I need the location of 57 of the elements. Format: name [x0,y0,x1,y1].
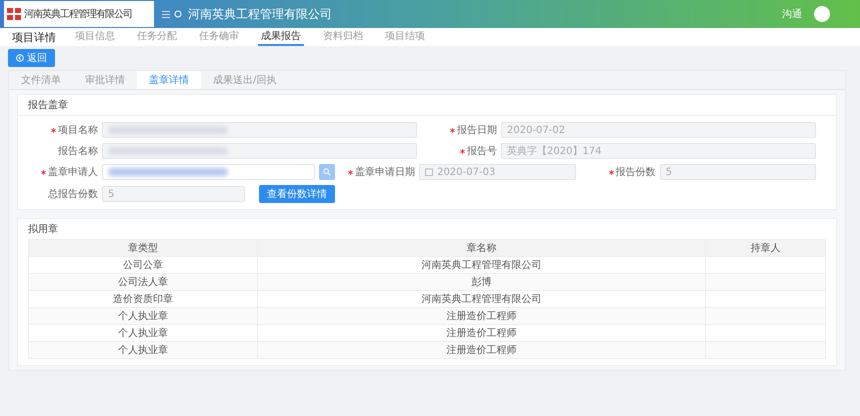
table-cell: 河南英典工程管理有限公司 [258,256,706,274]
card-title: 拟用章 [27,222,59,237]
table-cell: 造价资质印章 [28,290,258,308]
table-cell: 河南英典工程管理有限公司 [258,290,706,308]
back-icon [16,54,24,62]
field-label: 总报告份数 [48,188,98,201]
column-header: 持章人 [705,240,826,256]
search-icon [323,168,332,176]
calendar-icon [425,168,434,176]
table-cell: 注册造价工程师 [258,308,706,324]
table-cell: 个人执业章 [28,308,258,324]
back-button[interactable]: 返回 [8,49,55,67]
table-cell: 个人执业章 [28,342,258,358]
field-label: 报告名称 [58,144,98,158]
table-cell: 注册造价工程师 [258,324,706,342]
app-title: 河南英典工程管理有限公司 [188,6,332,22]
refresh-icon[interactable] [174,10,182,18]
table-cell: 公司公章 [28,256,258,274]
field-label: 报告份数 [616,166,656,179]
text-field[interactable]: 英典字【2020】174 [501,143,816,159]
field-label: 报告日期 [457,124,497,137]
tab[interactable]: 审批详情 [73,71,137,89]
column-header: 章类型 [28,240,258,256]
nav-tab[interactable]: 资料归档 [320,28,366,46]
user-name[interactable]: 沟通 [782,7,802,21]
field-label: 项目名称 [58,124,98,137]
avatar[interactable] [814,6,830,22]
text-field[interactable]: 5 [660,164,816,180]
redacted-field[interactable] [102,143,417,159]
applicant-field[interactable] [102,164,316,180]
field-label: 盖章申请日期 [355,166,416,179]
nav-tab[interactable]: 项目结项 [382,28,428,46]
column-header: 章名称 [258,240,706,256]
tab[interactable]: 盖章详情 [137,71,201,89]
nav-tab[interactable]: 项目信息 [72,28,118,46]
tab[interactable]: 文件清单 [9,71,73,89]
nav-tab[interactable]: 成果报告 [258,28,304,46]
logo-icon [7,8,21,20]
table-cell: 个人执业章 [28,324,258,342]
detail-button[interactable]: 查看份数详情 [259,185,336,203]
page-heading: 项目详情 [12,30,56,44]
table-cell: 注册造价工程师 [258,342,706,358]
text-field[interactable]: 5 [102,186,246,202]
field-label: 盖章申请人 [48,166,98,179]
tab[interactable]: 成果送出/回执 [201,71,288,89]
nav-tab[interactable]: 任务确审 [196,28,242,46]
card-title: 报告盖章 [18,95,836,116]
text-field[interactable]: 2020-07-02 [501,122,816,138]
date-field[interactable]: 2020-07-03 [419,164,576,180]
search-button[interactable] [319,164,336,180]
field-label: 报告号 [467,144,497,158]
company-logo: 河南英典工程管理有限公司 [4,1,154,27]
nav-tab[interactable]: 任务分配 [134,28,180,46]
menu-icon[interactable] [162,10,170,18]
table-cell: 公司法人章 [28,274,258,290]
table-cell: 彭博 [258,274,706,290]
redacted-field[interactable] [102,122,417,138]
